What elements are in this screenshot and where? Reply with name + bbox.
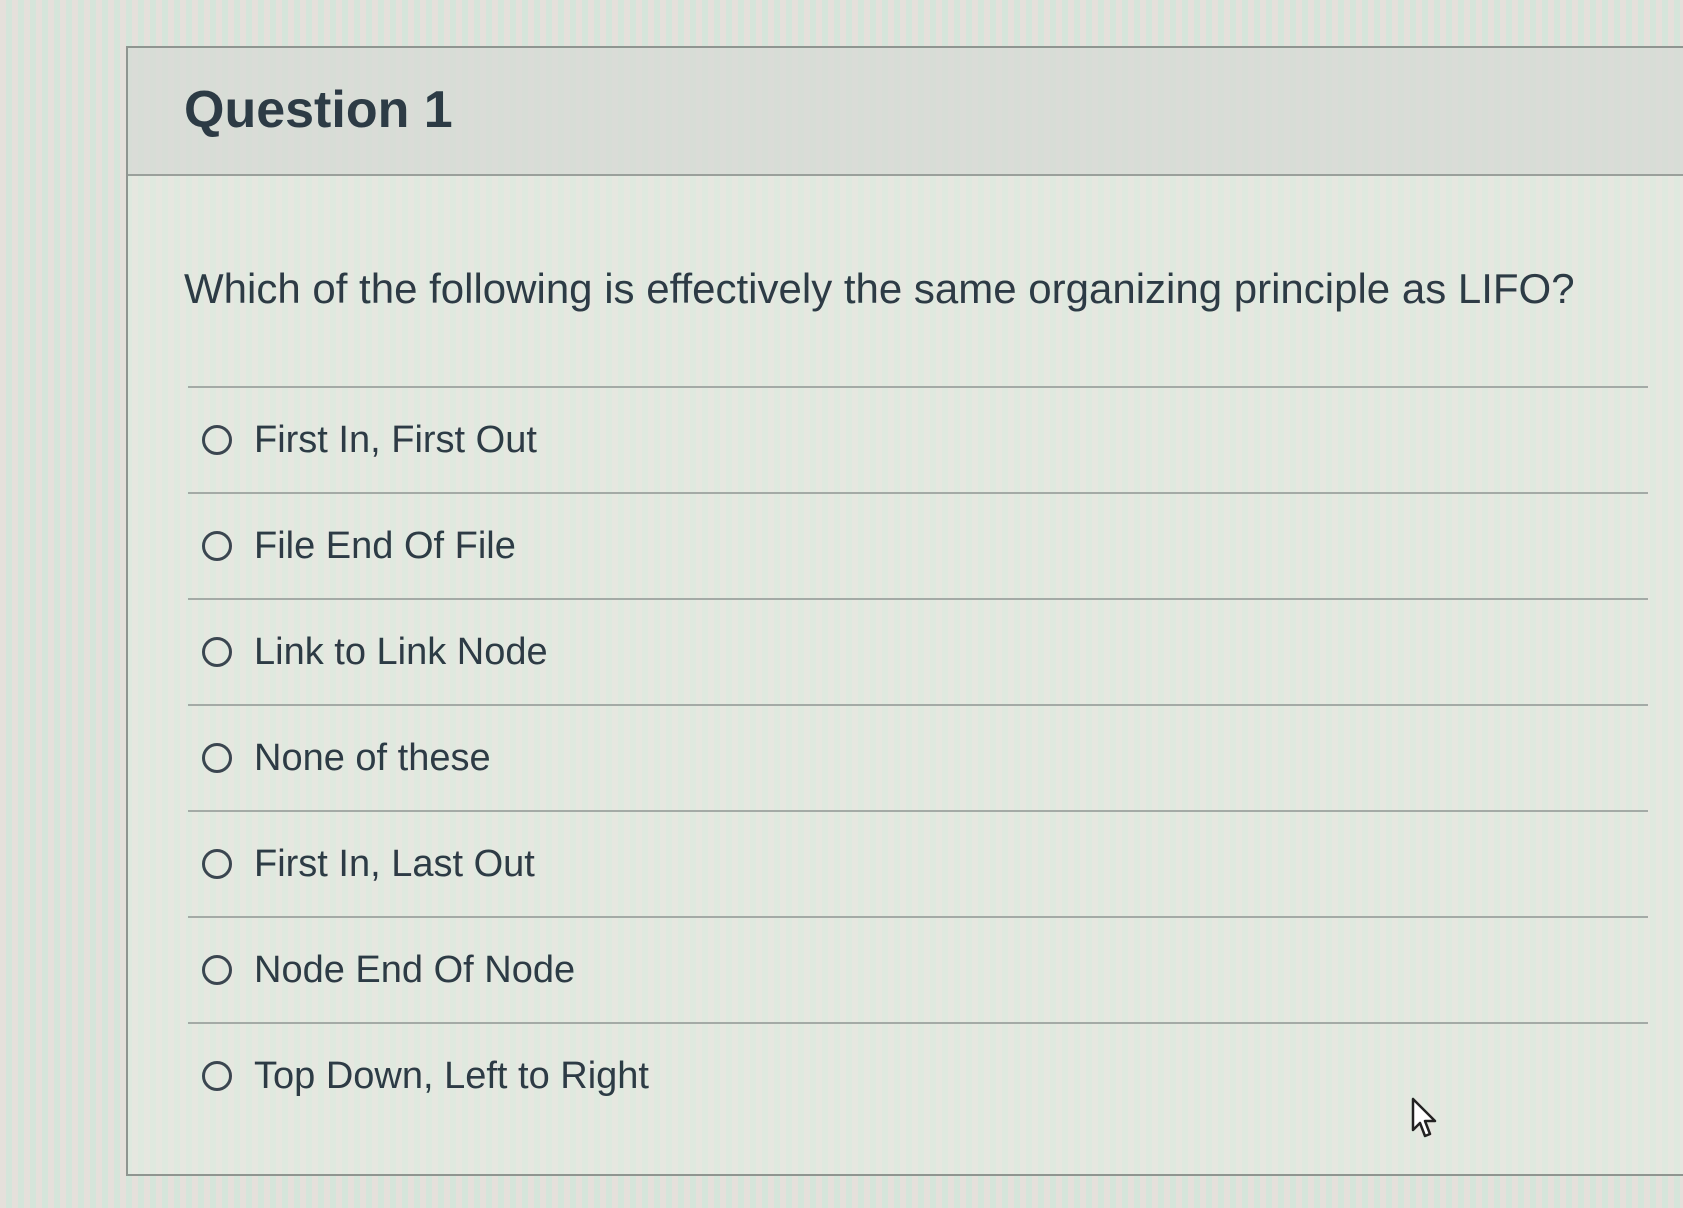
question-header: Question 1 [128,48,1683,176]
answer-label[interactable]: Top Down, Left to Right [254,1055,649,1098]
radio-unchecked-icon[interactable] [202,425,232,455]
answer-option[interactable]: Link to Link Node [188,598,1648,704]
radio-unchecked-icon[interactable] [202,637,232,667]
answer-label[interactable]: First In, Last Out [254,843,535,886]
answer-option[interactable]: First In, Last Out [188,810,1648,916]
answer-option[interactable]: First In, First Out [188,386,1648,492]
radio-unchecked-icon[interactable] [202,1061,232,1091]
answer-option[interactable]: File End Of File [188,492,1648,598]
answer-label[interactable]: Node End Of Node [254,949,575,992]
question-text: Which of the following is effectively th… [184,265,1575,312]
answer-option[interactable]: None of these [188,704,1648,810]
answer-list: First In, First Out File End Of File Lin… [188,386,1648,1128]
radio-unchecked-icon[interactable] [202,849,232,879]
mouse-pointer-icon [1411,1097,1437,1138]
radio-unchecked-icon[interactable] [202,743,232,773]
answer-label[interactable]: None of these [254,737,491,780]
question-title: Question 1 [184,81,453,139]
question-card: Question 1 Which of the following is eff… [126,46,1683,1176]
answer-option[interactable]: Node End Of Node [188,916,1648,1022]
answer-label[interactable]: File End Of File [254,525,516,568]
radio-unchecked-icon[interactable] [202,955,232,985]
radio-unchecked-icon[interactable] [202,531,232,561]
answer-label[interactable]: First In, First Out [254,419,537,462]
answer-label[interactable]: Link to Link Node [254,631,548,674]
